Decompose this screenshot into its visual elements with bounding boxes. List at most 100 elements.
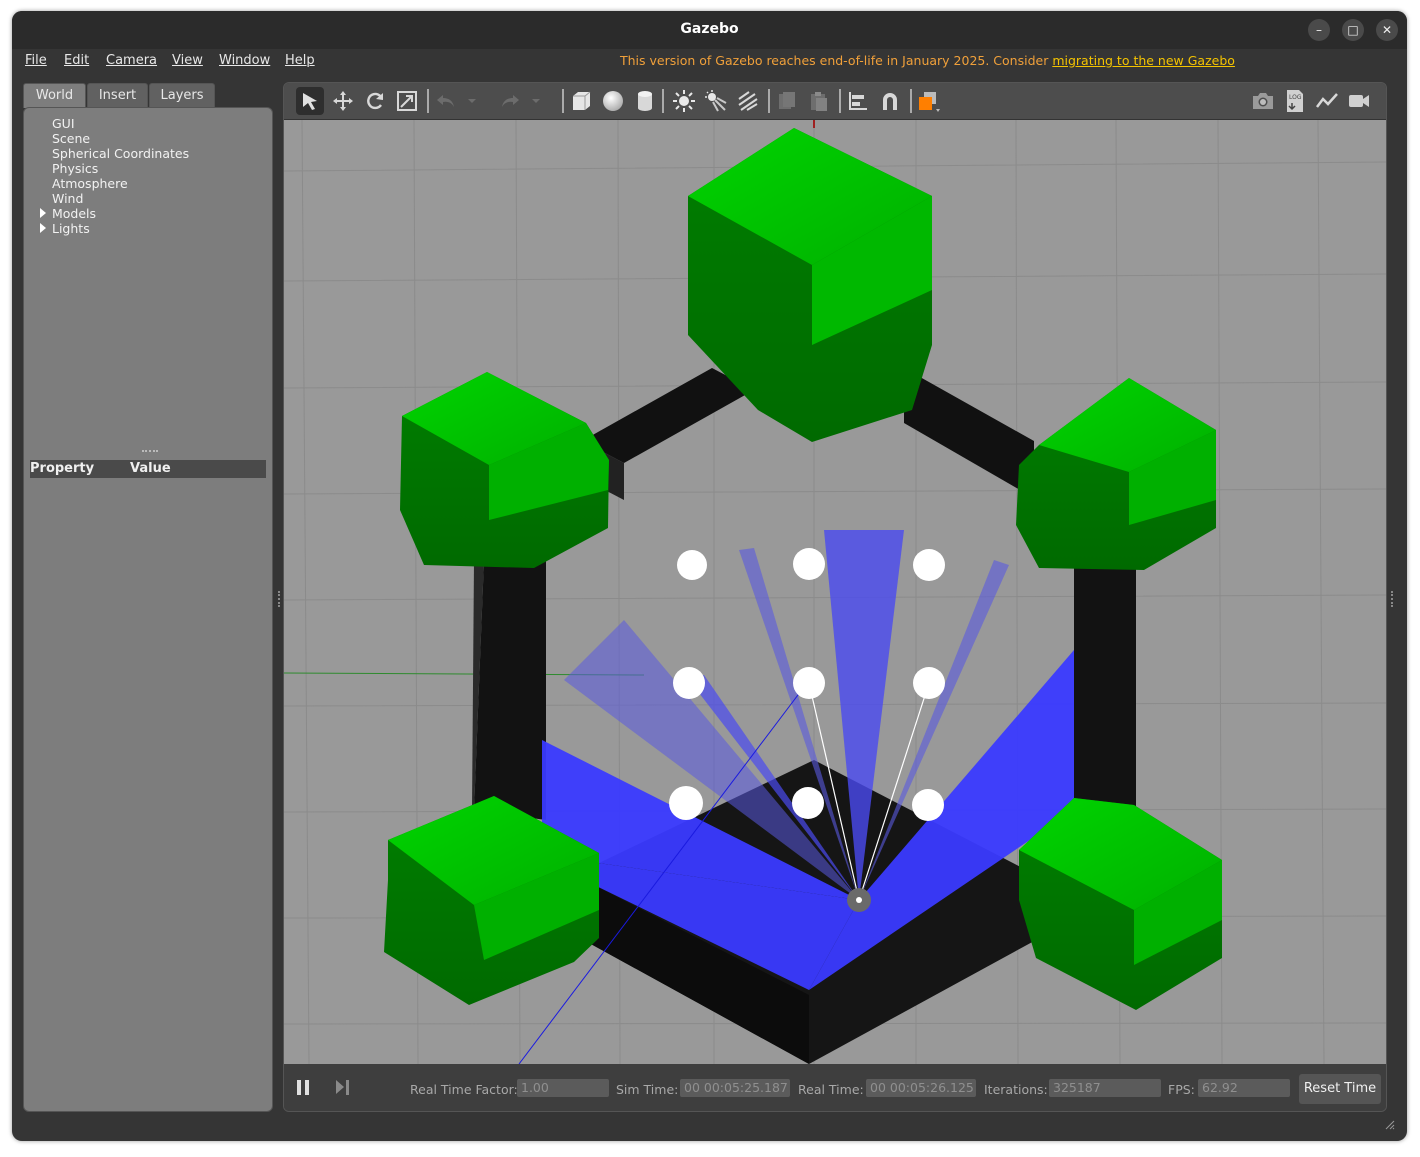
tree-item-label: GUI (52, 116, 75, 131)
scale-icon[interactable] (393, 87, 421, 115)
menu-view[interactable]: View (172, 53, 203, 68)
box-shape-icon[interactable] (567, 87, 595, 115)
green-pillar-left-top (400, 372, 609, 568)
world-panel: GUI Scene Spherical Coordinates Physics … (23, 107, 273, 1112)
value-column-header[interactable]: Value (130, 461, 171, 476)
left-splitter-handle[interactable] (278, 591, 281, 607)
record-video-icon[interactable] (1345, 87, 1373, 115)
green-pillar-right-top (1016, 378, 1216, 570)
tree-item-label: Atmosphere (52, 176, 128, 191)
expand-arrow-icon[interactable] (40, 223, 46, 233)
align-icon[interactable] (844, 87, 872, 115)
point-light-icon[interactable] (670, 87, 698, 115)
green-pillar-right-bottom (1019, 798, 1222, 1010)
sim-time-value: 00 00:05:25.187 (680, 1079, 790, 1097)
tab-insert[interactable]: Insert (87, 83, 148, 108)
step-icon[interactable] (328, 1073, 356, 1101)
directional-light-icon[interactable] (734, 87, 762, 115)
gazebo-window: Gazebo – □ ✕ File Edit Camera View Windo… (12, 11, 1407, 1141)
tree-item-label: Spherical Coordinates (52, 146, 190, 161)
rotate-icon[interactable] (361, 87, 389, 115)
rtf-label: Real Time Factor: (410, 1082, 518, 1097)
snap-icon[interactable] (876, 87, 904, 115)
tree-item-label: Models (52, 206, 97, 221)
menu-edit[interactable]: Edit (64, 53, 89, 68)
fps-value: 62.92 (1198, 1079, 1290, 1097)
menu-window[interactable]: Window (219, 53, 270, 68)
wall-left (474, 560, 546, 820)
tree-item-label: Wind (52, 191, 84, 206)
view-angle-icon[interactable] (915, 87, 943, 115)
pause-icon[interactable] (289, 1073, 317, 1101)
property-column-header[interactable]: Property (30, 461, 94, 476)
toolbar-separator (427, 89, 429, 113)
wall-top-left (582, 368, 754, 463)
plot-icon[interactable] (1313, 87, 1341, 115)
fps-label: FPS: (1168, 1082, 1195, 1097)
sphere-shape-icon[interactable] (599, 87, 627, 115)
property-table-header: Property Value (30, 460, 266, 478)
resize-grip-icon[interactable] (1383, 1115, 1395, 1130)
screenshot-icon[interactable] (1249, 87, 1277, 115)
splitter-handle[interactable] (142, 450, 158, 454)
iterations-label: Iterations: (984, 1082, 1048, 1097)
tree-item-wind[interactable]: Wind (38, 191, 189, 206)
status-bar: Real Time Factor: 1.00 Sim Time: 00 00:0… (284, 1064, 1386, 1111)
tree-item-models[interactable]: Models (38, 206, 189, 221)
real-time-value: 00 00:05:26.125 (866, 1079, 976, 1097)
tab-layers[interactable]: Layers (149, 83, 215, 108)
eol-notice-text: This version of Gazebo reaches end-of-li… (620, 53, 1053, 68)
redo-dropdown-icon[interactable] (528, 87, 544, 115)
render-view-container: LOG Real Time Factor: 1.00 Sim Time: 00 … (283, 82, 1387, 1112)
toolbar-separator (839, 89, 841, 113)
main-toolbar: LOG (284, 83, 1386, 120)
real-time-label: Real Time: (798, 1082, 864, 1097)
log-icon-label: LOG (1289, 94, 1302, 101)
tree-item-spherical-coordinates[interactable]: Spherical Coordinates (38, 146, 189, 161)
wall-right (1074, 560, 1136, 820)
log-icon[interactable]: LOG (1281, 87, 1309, 115)
right-splitter-handle[interactable] (1391, 591, 1394, 607)
scene-canvas[interactable] (284, 119, 1386, 1065)
undo-dropdown-icon[interactable] (464, 87, 480, 115)
toolbar-separator (562, 89, 564, 113)
world-tree: GUI Scene Spherical Coordinates Physics … (38, 116, 189, 236)
spot-light-icon[interactable] (702, 87, 730, 115)
cylinder-shape-icon[interactable] (631, 87, 659, 115)
reset-time-button[interactable]: Reset Time (1299, 1074, 1381, 1104)
sim-time-label: Sim Time: (616, 1082, 679, 1097)
toolbar-separator (768, 89, 770, 113)
tree-item-label: Lights (52, 221, 90, 236)
toolbar-separator (662, 89, 664, 113)
iterations-value: 325187 (1049, 1079, 1161, 1097)
title-bar[interactable]: Gazebo – □ ✕ (12, 11, 1407, 49)
menu-bar: File Edit Camera View Window Help This v… (12, 49, 1407, 73)
window-title: Gazebo (680, 21, 739, 37)
minimize-button[interactable]: – (1308, 19, 1330, 41)
menu-help[interactable]: Help (285, 53, 315, 68)
tree-item-scene[interactable]: Scene (38, 131, 189, 146)
copy-icon[interactable] (773, 87, 801, 115)
toolbar-separator (910, 89, 912, 113)
tree-item-physics[interactable]: Physics (38, 161, 189, 176)
redo-icon[interactable] (496, 87, 524, 115)
tab-world[interactable]: World (23, 83, 86, 108)
menu-camera[interactable]: Camera (106, 53, 157, 68)
rtf-value: 1.00 (517, 1079, 609, 1097)
eol-notice: This version of Gazebo reaches end-of-li… (620, 53, 1235, 68)
maximize-button[interactable]: □ (1342, 19, 1364, 41)
tree-item-gui[interactable]: GUI (38, 116, 189, 131)
close-button[interactable]: ✕ (1376, 19, 1398, 41)
migration-link[interactable]: migrating to the new Gazebo (1052, 53, 1235, 68)
select-arrow-icon[interactable] (296, 87, 324, 115)
tree-item-label: Physics (52, 161, 99, 176)
tree-item-label: Scene (52, 131, 91, 146)
translate-icon[interactable] (329, 87, 357, 115)
expand-arrow-icon[interactable] (40, 208, 46, 218)
undo-icon[interactable] (432, 87, 460, 115)
menu-file[interactable]: File (25, 53, 47, 68)
3d-render-scene[interactable] (284, 119, 1386, 1065)
tree-item-atmosphere[interactable]: Atmosphere (38, 176, 189, 191)
tree-item-lights[interactable]: Lights (38, 221, 189, 236)
paste-icon[interactable] (805, 87, 833, 115)
